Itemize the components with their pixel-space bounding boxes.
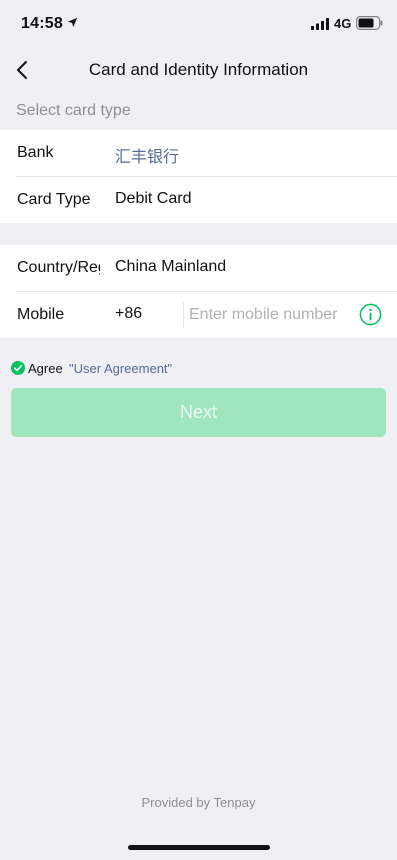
cellular-signal-icon (311, 18, 329, 30)
home-indicator (128, 845, 270, 850)
card-type-value: Debit Card (115, 190, 192, 207)
nav-bar: Card and Identity Information (0, 46, 397, 94)
section-header-select-card-type: Select card type (16, 102, 131, 119)
identity-info-group: Country/Region China Mainland Mobile +86 (0, 245, 397, 338)
info-icon[interactable] (359, 303, 382, 326)
user-agreement-link[interactable]: "User Agreement" (69, 361, 172, 376)
bank-value: 汇丰银行 (115, 149, 180, 166)
field-separator (183, 302, 184, 328)
bank-row[interactable]: Bank 汇丰银行 (0, 130, 397, 176)
provided-by-footer: Provided by Tenpay (141, 795, 256, 810)
page-title: Card and Identity Information (88, 60, 309, 79)
checkmark-circle-icon[interactable] (11, 361, 25, 375)
card-type-row[interactable]: Card Type Debit Card (0, 177, 397, 223)
mobile-number-input[interactable] (189, 302, 351, 328)
location-arrow-icon (67, 17, 78, 28)
card-info-group: Bank 汇丰银行 Card Type Debit Card (0, 130, 397, 223)
battery-icon (356, 16, 383, 30)
network-type: 4G (334, 16, 352, 31)
country-row[interactable]: Country/Region China Mainland (0, 245, 397, 291)
mobile-label: Mobile (17, 306, 65, 323)
country-label: Country/Region (17, 259, 100, 276)
bank-label: Bank (17, 144, 54, 161)
country-value: China Mainland (115, 258, 227, 275)
next-button[interactable]: Next (11, 388, 386, 437)
status-time: 14:58 (21, 15, 63, 32)
agree-label: Agree (28, 361, 63, 376)
country-code[interactable]: +86 (115, 305, 142, 323)
status-bar: 14:58 4G (0, 0, 397, 46)
mobile-row: Mobile +86 (0, 292, 397, 338)
card-type-label: Card Type (17, 191, 91, 208)
